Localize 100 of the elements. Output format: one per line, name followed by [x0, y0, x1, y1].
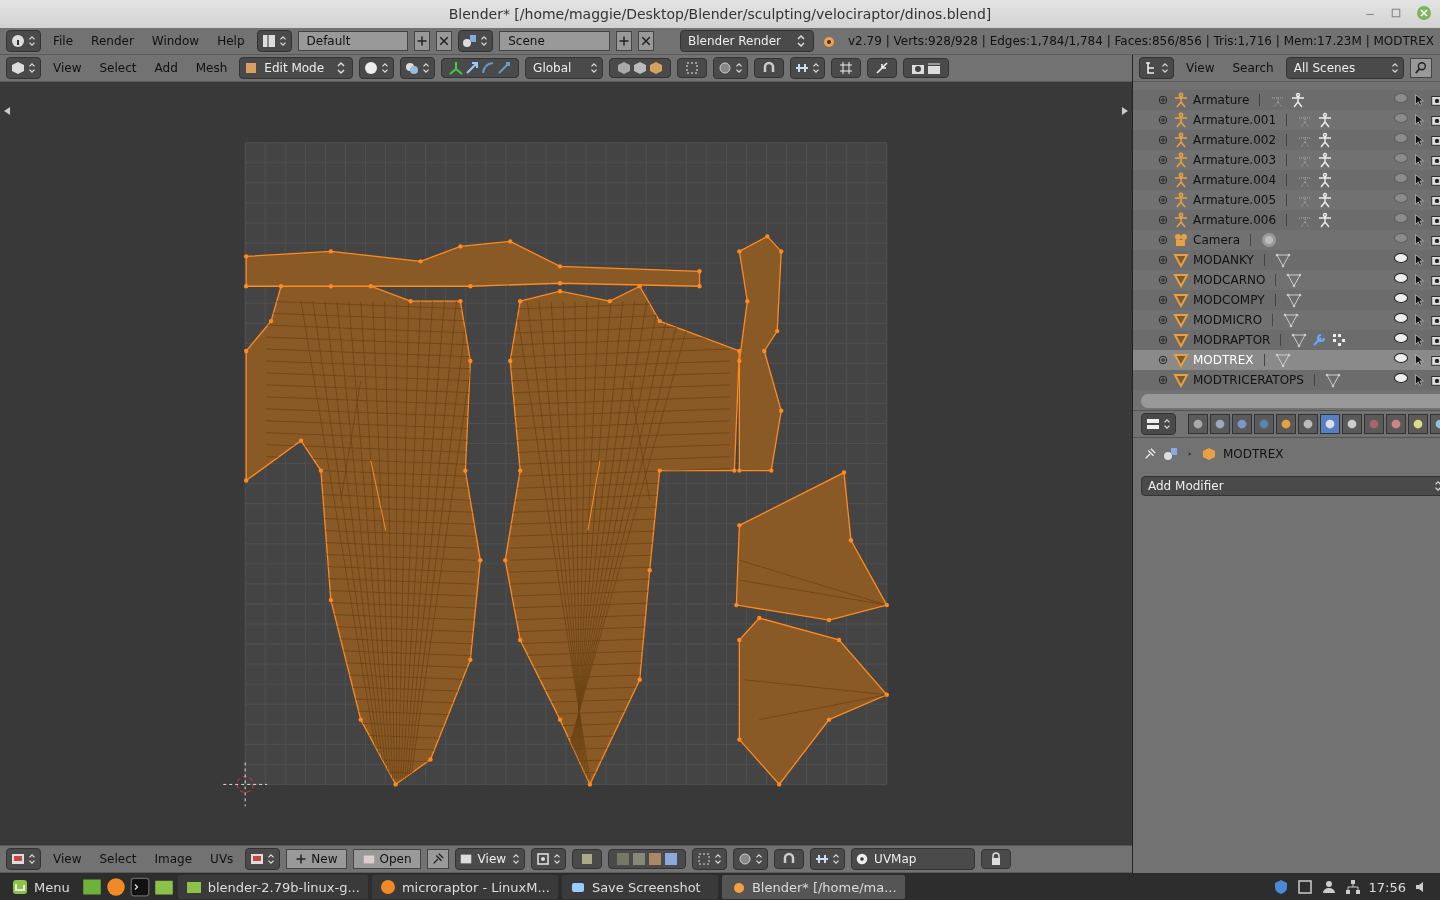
terminal-icon[interactable]: [129, 877, 150, 897]
cursor-arrow-icon[interactable]: [1412, 213, 1426, 227]
delete-button[interactable]: [436, 31, 453, 51]
menu-item[interactable]: Image: [148, 852, 199, 867]
camera-icon[interactable]: [1430, 193, 1440, 207]
snap-element-selector[interactable]: [810, 848, 846, 871]
cursor-arrow-icon[interactable]: [1412, 193, 1426, 207]
snap-target-button[interactable]: [867, 57, 898, 78]
expand-icon[interactable]: [1157, 174, 1169, 186]
shading-selector[interactable]: [359, 56, 395, 79]
cursor-arrow-icon[interactable]: [1412, 173, 1426, 187]
render-engine-dropdown[interactable]: Blender Render: [680, 30, 814, 52]
taskbar-window[interactable]: microraptor - LinuxM...: [371, 875, 558, 899]
render-buttons[interactable]: [903, 57, 950, 78]
camera-icon[interactable]: [1430, 153, 1440, 167]
editor-type-selector[interactable]: [6, 848, 41, 871]
outliner-row[interactable]: MODMICRO: [1133, 310, 1440, 330]
menu-item[interactable]: Window: [145, 34, 206, 48]
camera-icon[interactable]: [1430, 213, 1440, 227]
cursor-icon[interactable]: [222, 761, 268, 807]
taskbar-window[interactable]: blender-2.79b-linux-g...: [177, 875, 368, 899]
eye-icon[interactable]: [1394, 353, 1408, 363]
properties-tab[interactable]: [1210, 414, 1230, 434]
layout-selector[interactable]: [256, 30, 292, 52]
expand-icon[interactable]: [1157, 194, 1169, 206]
menu-item[interactable]: Mesh: [189, 60, 234, 75]
region-toggle-icon[interactable]: [4, 106, 11, 115]
outliner-row[interactable]: Armature.006: [1133, 210, 1440, 230]
cursor-arrow-icon[interactable]: [1412, 233, 1426, 247]
scene-selector[interactable]: [458, 30, 494, 52]
cursor-arrow-icon[interactable]: [1412, 353, 1426, 367]
add-modifier-dropdown[interactable]: Add Modifier: [1141, 476, 1440, 496]
properties-tab[interactable]: [1342, 414, 1362, 434]
proportional-selector[interactable]: [713, 56, 749, 79]
outliner-row[interactable]: Armature: [1133, 90, 1440, 110]
delete-button[interactable]: [638, 31, 654, 51]
outliner-row[interactable]: MODTRICERATOPS: [1133, 370, 1440, 390]
open-image-button[interactable]: Open: [352, 849, 421, 870]
outliner-row[interactable]: Armature.003: [1133, 150, 1440, 170]
eye-icon[interactable]: [1394, 333, 1408, 343]
expand-icon[interactable]: [1157, 354, 1169, 366]
grid-button[interactable]: [831, 57, 862, 78]
menu-item[interactable]: Render: [85, 34, 140, 48]
cursor-arrow-icon[interactable]: [1412, 253, 1426, 267]
expand-icon[interactable]: [1157, 334, 1169, 346]
uv-map-field[interactable]: UVMap: [851, 848, 976, 871]
menu-item[interactable]: Select: [93, 852, 143, 867]
camera-icon[interactable]: [1430, 313, 1440, 327]
scene-field[interactable]: Scene: [499, 31, 611, 51]
outliner-row[interactable]: Armature.005: [1133, 190, 1440, 210]
lock-button[interactable]: [981, 849, 1012, 870]
search-button[interactable]: [1409, 58, 1432, 78]
camera-icon[interactable]: [1430, 353, 1440, 367]
expand-icon[interactable]: [1157, 254, 1169, 266]
properties-tab[interactable]: [1298, 414, 1318, 434]
image-browse-selector[interactable]: [245, 848, 281, 871]
outliner-row[interactable]: Armature.002: [1133, 130, 1440, 150]
properties-tab[interactable]: [1320, 414, 1340, 434]
editor-type-selector[interactable]: [6, 56, 41, 79]
editor-type-selector[interactable]: [1139, 57, 1174, 79]
cursor-arrow-icon[interactable]: [1412, 373, 1426, 387]
menu-item[interactable]: Select: [93, 60, 143, 75]
uv-select-mode-toggle[interactable]: [608, 849, 687, 870]
camera-icon[interactable]: [1430, 273, 1440, 287]
properties-tab[interactable]: [1386, 414, 1406, 434]
menu-item[interactable]: Search: [1226, 61, 1280, 75]
sync-selection-button[interactable]: [572, 849, 603, 870]
pin-button[interactable]: [426, 849, 449, 870]
menu-item[interactable]: View: [1180, 61, 1221, 75]
user-icon[interactable]: [1320, 879, 1337, 895]
snap-element-selector[interactable]: [790, 56, 826, 79]
menu-item[interactable]: File: [47, 34, 80, 48]
snap-button[interactable]: [754, 57, 785, 78]
limit-selection-button[interactable]: [677, 57, 708, 78]
clock[interactable]: 17:56: [1368, 879, 1406, 895]
properties-tab[interactable]: [1188, 414, 1208, 434]
eye-icon[interactable]: [1394, 373, 1408, 383]
eye-icon[interactable]: [1394, 253, 1408, 263]
region-toggle-icon[interactable]: [1121, 106, 1128, 115]
camera-icon[interactable]: [1430, 293, 1440, 307]
pin-icon[interactable]: [1143, 447, 1157, 461]
camera-icon[interactable]: [1430, 333, 1440, 347]
expand-icon[interactable]: [1157, 214, 1169, 226]
outliner-row[interactable]: MODTREX: [1133, 350, 1440, 370]
outliner-row[interactable]: Armature.004: [1133, 170, 1440, 190]
expand-icon[interactable]: [1157, 374, 1169, 386]
cursor-arrow-icon[interactable]: [1412, 313, 1426, 327]
cursor-arrow-icon[interactable]: [1412, 273, 1426, 287]
add-button[interactable]: [616, 31, 633, 51]
outliner-row[interactable]: MODANKY: [1133, 250, 1440, 270]
expand-icon[interactable]: [1157, 114, 1169, 126]
expand-icon[interactable]: [1157, 294, 1169, 306]
expand-icon[interactable]: [1157, 94, 1169, 106]
sticky-mode-selector[interactable]: [692, 848, 728, 871]
taskbar-window[interactable]: Save Screenshot: [561, 875, 718, 899]
menu-item[interactable]: Add: [148, 60, 184, 75]
expand-icon[interactable]: [1157, 274, 1169, 286]
expand-icon[interactable]: [1157, 314, 1169, 326]
view-mode-dropdown[interactable]: View: [454, 848, 526, 871]
camera-icon[interactable]: [1430, 173, 1440, 187]
